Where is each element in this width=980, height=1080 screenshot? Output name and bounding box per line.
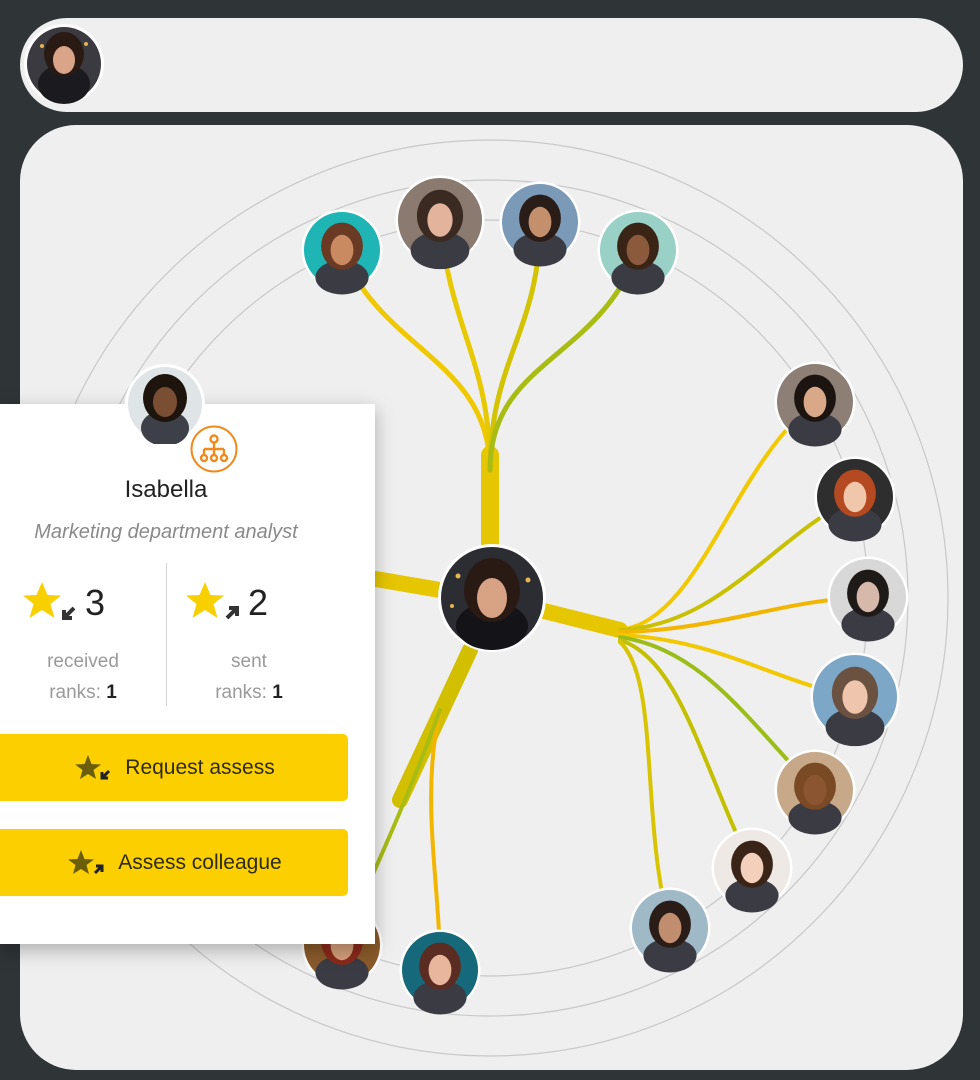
star-arrow-out-icon — [186, 582, 239, 620]
colleague-avatars — [301, 175, 909, 1015]
received-label: received — [47, 651, 119, 672]
link-6 — [618, 495, 857, 632]
colleague-photo-10[interactable] — [711, 827, 793, 913]
colleague-photo-3[interactable] — [499, 181, 581, 267]
sent-ranks-label: ranks: — [215, 682, 267, 703]
star-arrow-out-icon — [68, 849, 104, 874]
colleague-photo-6[interactable] — [814, 456, 896, 542]
star-arrow-in-icon — [23, 582, 76, 620]
colleague-photo-7[interactable] — [827, 556, 909, 642]
assess-colleague-label: Assess colleague — [118, 850, 282, 874]
colleague-photo-12[interactable] — [399, 929, 481, 1015]
received-count: 3 — [85, 582, 106, 623]
assess-colleague-button[interactable]: Assess colleague — [0, 829, 348, 896]
colleague-photo-5[interactable] — [774, 361, 856, 447]
colleague-photo-4[interactable] — [597, 209, 679, 295]
colleague-photo-1[interactable] — [301, 209, 383, 295]
received-ranks: ranks: 1 — [0, 677, 166, 708]
request-assess-label: Request assess — [125, 755, 275, 779]
received-ranks-value: 1 — [106, 682, 117, 703]
center-avatar[interactable] — [438, 544, 546, 652]
sent-label: sent — [231, 651, 267, 672]
sent-label-block: sent ranks: 1 — [166, 646, 332, 708]
colleague-photo-2[interactable] — [395, 175, 485, 270]
org-chart-icon[interactable] — [190, 425, 238, 473]
star-arrow-in-icon — [75, 754, 111, 779]
received-label-block: received ranks: 1 — [0, 646, 166, 708]
sent-count: 2 — [248, 582, 269, 623]
sent-ranks: ranks: 1 — [166, 677, 332, 708]
sent-ranks-value: 1 — [272, 682, 283, 703]
profile-name: Isabella — [124, 476, 208, 503]
profile-role: Marketing department analyst — [34, 521, 298, 543]
link-11 — [618, 640, 672, 930]
request-assess-button[interactable]: Request assess — [0, 734, 348, 801]
received-ranks-label: ranks: — [49, 682, 101, 703]
